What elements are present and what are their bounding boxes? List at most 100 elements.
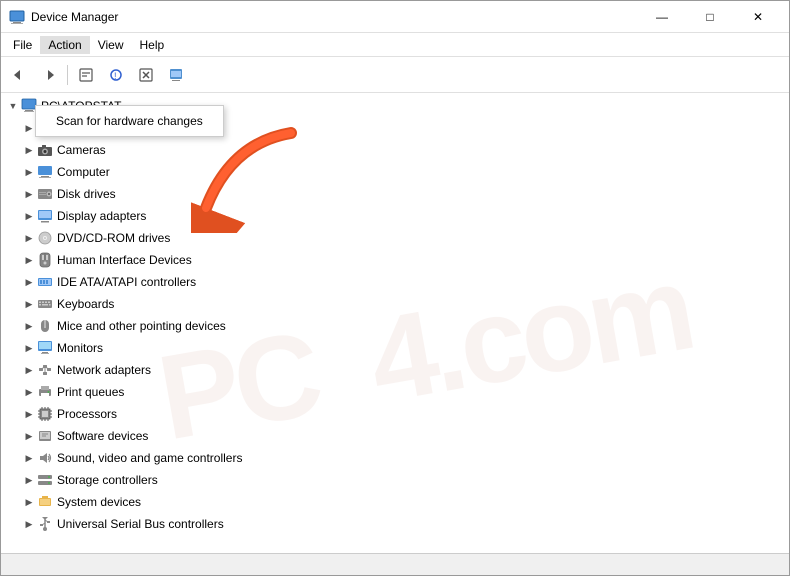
- item-label: Mice and other pointing devices: [57, 319, 226, 333]
- expand-btn[interactable]: ▶: [21, 384, 37, 400]
- list-item[interactable]: ▶ Display adapters: [1, 205, 789, 227]
- mouse-icon: [37, 318, 53, 334]
- item-label: Network adapters: [57, 363, 151, 377]
- expand-btn[interactable]: ▶: [21, 494, 37, 510]
- keyboard-icon: [37, 296, 53, 312]
- toolbar-scan[interactable]: [162, 61, 190, 89]
- toolbar-forward[interactable]: [35, 61, 63, 89]
- toolbar-properties[interactable]: [72, 61, 100, 89]
- item-label: DVD/CD-ROM drives: [57, 231, 170, 245]
- expand-btn[interactable]: ▶: [21, 428, 37, 444]
- sound-icon: [37, 450, 53, 466]
- list-item[interactable]: ▶: [1, 403, 789, 425]
- expand-btn[interactable]: ▶: [21, 450, 37, 466]
- close-button[interactable]: ✕: [735, 3, 781, 31]
- expand-btn[interactable]: ▶: [21, 186, 37, 202]
- list-item[interactable]: ▶ Print queues: [1, 381, 789, 403]
- menu-file[interactable]: File: [5, 36, 40, 54]
- item-label: Processors: [57, 407, 117, 421]
- minimize-button[interactable]: —: [639, 3, 685, 31]
- list-item[interactable]: ▶ Universal Serial Bus controllers: [1, 513, 789, 535]
- system-icon: [37, 494, 53, 510]
- item-label: Disk drives: [57, 187, 116, 201]
- expand-btn[interactable]: ▶: [21, 142, 37, 158]
- computer-icon: [37, 164, 53, 180]
- expand-btn[interactable]: ▶: [21, 296, 37, 312]
- title-bar-buttons: — □ ✕: [639, 3, 781, 31]
- list-item[interactable]: ▶ Network adapters: [1, 359, 789, 381]
- context-menu[interactable]: Scan for hardware changes: [35, 105, 224, 137]
- status-bar: [1, 553, 789, 575]
- title-bar: Device Manager — □ ✕: [1, 1, 789, 33]
- network-icon: [37, 362, 53, 378]
- expand-btn[interactable]: ▶: [21, 516, 37, 532]
- list-item[interactable]: ▶ Sound, video and game controllers: [1, 447, 789, 469]
- display-icon: [37, 208, 53, 224]
- list-item[interactable]: ▶ System devices: [1, 491, 789, 513]
- menu-view[interactable]: View: [90, 36, 132, 54]
- tree-area[interactable]: PC 4.com ▼ PC\ATOPSTAT... Scan for hardw…: [1, 93, 789, 553]
- expand-btn[interactable]: ▶: [21, 406, 37, 422]
- list-item[interactable]: ▶ Human Interface Devices: [1, 249, 789, 271]
- list-item[interactable]: ▶ Keyboards: [1, 293, 789, 315]
- dvd-icon: [37, 230, 53, 246]
- item-label: Keyboards: [57, 297, 114, 311]
- processor-icon: [37, 406, 53, 422]
- cameras-icon: [37, 142, 53, 158]
- list-item[interactable]: ▶ Computer: [1, 161, 789, 183]
- storage-icon: [37, 472, 53, 488]
- menu-help[interactable]: Help: [132, 36, 173, 54]
- monitor-icon: [37, 340, 53, 356]
- window-title: Device Manager: [31, 10, 639, 24]
- toolbar: !: [1, 57, 789, 93]
- item-label: Human Interface Devices: [57, 253, 192, 267]
- menu-bar: File Action View Help: [1, 33, 789, 57]
- item-label: Display adapters: [57, 209, 146, 223]
- list-item[interactable]: ▶ Storage controllers: [1, 469, 789, 491]
- main-window: Device Manager — □ ✕ File Action View He…: [0, 0, 790, 576]
- expand-btn[interactable]: ▶: [21, 274, 37, 290]
- list-item[interactable]: ▶ Monitors: [1, 337, 789, 359]
- expand-btn[interactable]: ▶: [21, 230, 37, 246]
- toolbar-sep1: [67, 65, 68, 85]
- list-item[interactable]: ▶ IDE ATA/ATAPI controllers: [1, 271, 789, 293]
- expand-root[interactable]: ▼: [5, 98, 21, 114]
- list-item[interactable]: ▶ Software devices: [1, 425, 789, 447]
- item-label: IDE ATA/ATAPI controllers: [57, 275, 196, 289]
- item-label: Cameras: [57, 143, 106, 157]
- expand-btn[interactable]: ▶: [21, 340, 37, 356]
- app-icon: [9, 9, 25, 25]
- toolbar-uninstall[interactable]: [132, 61, 160, 89]
- disk-icon: [37, 186, 53, 202]
- item-label: Storage controllers: [57, 473, 158, 487]
- expand-btn[interactable]: ▶: [21, 472, 37, 488]
- list-item[interactable]: ▶ Disk drives: [1, 183, 789, 205]
- item-label: Universal Serial Bus controllers: [57, 517, 224, 531]
- item-label: Monitors: [57, 341, 103, 355]
- item-label: Sound, video and game controllers: [57, 451, 242, 465]
- restore-button[interactable]: □: [687, 3, 733, 31]
- usb-icon: [37, 516, 53, 532]
- toolbar-back[interactable]: [5, 61, 33, 89]
- printer-icon: [37, 384, 53, 400]
- scan-hardware-item[interactable]: Scan for hardware changes: [36, 110, 223, 132]
- item-label: Software devices: [57, 429, 148, 443]
- hid-icon: [37, 252, 53, 268]
- item-label: System devices: [57, 495, 141, 509]
- item-label: Print queues: [57, 385, 124, 399]
- software-icon: [37, 428, 53, 444]
- main-area: PC 4.com ▼ PC\ATOPSTAT... Scan for hardw…: [1, 93, 789, 553]
- expand-btn[interactable]: ▶: [21, 252, 37, 268]
- tree-items-list: ▶ Batteries ▶: [1, 117, 789, 535]
- expand-btn[interactable]: ▶: [21, 164, 37, 180]
- menu-action[interactable]: Action: [40, 36, 89, 54]
- expand-btn[interactable]: ▶: [21, 362, 37, 378]
- list-item[interactable]: ▶ DVD/CD-ROM drives: [1, 227, 789, 249]
- expand-btn[interactable]: ▶: [21, 208, 37, 224]
- svg-text:!: !: [114, 71, 117, 81]
- list-item[interactable]: ▶ Cameras: [1, 139, 789, 161]
- item-label: Computer: [57, 165, 110, 179]
- toolbar-update[interactable]: !: [102, 61, 130, 89]
- expand-btn[interactable]: ▶: [21, 318, 37, 334]
- list-item[interactable]: ▶ Mice and other pointing devices: [1, 315, 789, 337]
